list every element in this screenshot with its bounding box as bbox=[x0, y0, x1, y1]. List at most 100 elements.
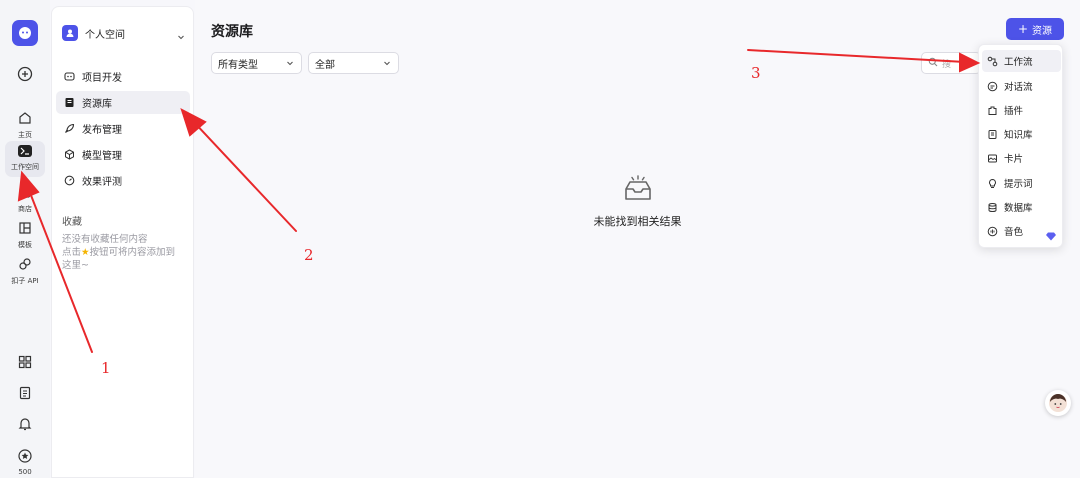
sidebar-item-evaluation[interactable]: 效果评测 bbox=[56, 169, 190, 192]
menu-item-prompt[interactable]: 提示词 bbox=[982, 172, 1061, 194]
workspace-sidebar: 个人空间 项目开发 资源库 发布管理 模型管理 效果评测 收藏 还没有收藏任何内… bbox=[51, 6, 194, 478]
avatar-face-icon bbox=[1049, 394, 1067, 412]
sidebar-item-label: 模型管理 bbox=[82, 151, 122, 162]
scope-filter-select[interactable]: 全部 bbox=[308, 52, 399, 74]
sidebar-item-label: 发布管理 bbox=[82, 125, 122, 136]
scope-filter-value: 全部 bbox=[315, 59, 335, 71]
menu-item-voice[interactable]: 音色 bbox=[982, 220, 1061, 242]
chevron-down-icon bbox=[285, 58, 295, 71]
menu-item-label: 知识库 bbox=[1004, 130, 1033, 141]
sidebar-item-label: 效果评测 bbox=[82, 177, 122, 188]
empty-state-text: 未能找到相关结果 bbox=[593, 215, 682, 228]
annotation-number-1: 1 bbox=[101, 359, 111, 377]
chevron-down-icon bbox=[382, 58, 392, 71]
knowledge-icon bbox=[987, 129, 998, 140]
sidebar-item-publish[interactable]: 发布管理 bbox=[56, 117, 190, 140]
rail-item-label: 扣子 API bbox=[11, 277, 39, 285]
project-icon bbox=[63, 71, 75, 83]
star-icon: ★ bbox=[81, 247, 90, 258]
credit-star-icon bbox=[15, 446, 35, 466]
menu-item-label: 卡片 bbox=[1004, 154, 1024, 165]
space-selector[interactable]: 个人空间 bbox=[62, 23, 186, 43]
assistant-avatar[interactable] bbox=[1045, 390, 1071, 416]
menu-item-plugin[interactable]: 插件 bbox=[982, 99, 1061, 121]
menu-item-chatflow[interactable]: 对话流 bbox=[982, 75, 1061, 97]
favorites-empty-part: 点击 bbox=[62, 247, 82, 258]
main-content: 资源库 所有类型 全部 搜 + 资源 未能找到相关结果 bbox=[195, 0, 1080, 478]
card-icon bbox=[987, 153, 998, 164]
credits-button[interactable]: 500 bbox=[0, 446, 50, 476]
rail-item-api[interactable]: 扣子 API bbox=[0, 254, 50, 286]
menu-item-database[interactable]: 数据库 bbox=[982, 196, 1061, 218]
type-filter-value: 所有类型 bbox=[218, 59, 258, 71]
type-filter-select[interactable]: 所有类型 bbox=[211, 52, 302, 74]
sidebar-item-label: 项目开发 bbox=[82, 73, 122, 84]
rocket-icon bbox=[63, 123, 75, 135]
search-icon bbox=[928, 57, 938, 70]
store-icon bbox=[15, 182, 35, 202]
add-resource-menu: 工作流 对话流 插件 知识库 卡片 提示词 数据库 音色 bbox=[978, 44, 1063, 248]
rail-item-label: 模板 bbox=[18, 241, 32, 249]
premium-gem-icon bbox=[1046, 226, 1056, 245]
rail-item-label: 商店 bbox=[18, 205, 32, 213]
annotation-number-2: 2 bbox=[304, 246, 314, 264]
workflow-icon bbox=[987, 56, 998, 67]
add-resource-button[interactable]: + 资源 bbox=[1006, 18, 1064, 40]
credits-count: 500 bbox=[18, 468, 32, 476]
grid-icon bbox=[15, 352, 35, 372]
search-input[interactable]: 搜 bbox=[921, 52, 981, 74]
bell-icon bbox=[15, 414, 35, 434]
sidebar-item-label: 资源库 bbox=[82, 99, 112, 110]
apps-button[interactable] bbox=[0, 352, 50, 372]
create-button[interactable] bbox=[0, 64, 50, 84]
empty-box-icon bbox=[623, 175, 653, 207]
terminal-icon bbox=[18, 145, 32, 157]
notifications-button[interactable] bbox=[0, 414, 50, 434]
add-resource-label: 资源 bbox=[1032, 25, 1053, 37]
menu-item-knowledge[interactable]: 知识库 bbox=[982, 123, 1061, 145]
plugin-icon bbox=[987, 105, 998, 116]
rail-item-label: 主页 bbox=[18, 131, 32, 139]
favorites-title: 收藏 bbox=[62, 217, 82, 228]
menu-item-label: 提示词 bbox=[1004, 179, 1033, 190]
menu-item-label: 对话流 bbox=[1004, 82, 1033, 93]
favorites-empty-line: 点击★按钮可将内容添加到 bbox=[62, 246, 188, 259]
left-rail: 主页 工作空间 商店 模板 扣子 API 500 bbox=[0, 0, 50, 478]
rail-item-templates[interactable]: 模板 bbox=[0, 218, 50, 250]
sidebar-item-project-dev[interactable]: 项目开发 bbox=[56, 65, 190, 88]
template-icon bbox=[15, 218, 35, 238]
menu-item-label: 插件 bbox=[1004, 106, 1024, 117]
user-icon bbox=[62, 25, 78, 41]
menu-item-workflow[interactable]: 工作流 bbox=[982, 50, 1061, 72]
plus-icon: + bbox=[1017, 22, 1029, 36]
plus-circle-icon bbox=[15, 64, 35, 84]
rail-item-store[interactable]: 商店 bbox=[0, 182, 50, 214]
docs-button[interactable] bbox=[0, 383, 50, 403]
home-icon bbox=[15, 108, 35, 128]
api-icon bbox=[15, 254, 35, 274]
chevron-down-icon bbox=[176, 27, 186, 46]
favorites-empty-line: 还没有收藏任何内容 bbox=[62, 234, 148, 245]
search-placeholder: 搜 bbox=[942, 59, 952, 70]
menu-item-label: 工作流 bbox=[1004, 57, 1033, 68]
sidebar-item-library[interactable]: 资源库 bbox=[56, 91, 190, 114]
chatflow-icon bbox=[987, 81, 998, 92]
favorites-empty-line: 这里~ bbox=[62, 260, 89, 271]
document-icon bbox=[15, 383, 35, 403]
rail-item-home[interactable]: 主页 bbox=[0, 108, 50, 140]
rail-item-workspace[interactable]: 工作空间 bbox=[0, 145, 50, 172]
coze-logo-icon[interactable] bbox=[12, 20, 38, 46]
menu-item-card[interactable]: 卡片 bbox=[982, 147, 1061, 169]
gauge-icon bbox=[63, 175, 75, 187]
menu-item-label: 数据库 bbox=[1004, 203, 1033, 214]
menu-item-label: 音色 bbox=[1004, 227, 1024, 238]
cube-icon bbox=[63, 149, 75, 161]
favorites-empty-hint: 还没有收藏任何内容 点击★按钮可将内容添加到 这里~ bbox=[62, 233, 188, 272]
prompt-icon bbox=[987, 178, 998, 189]
page-title: 资源库 bbox=[211, 24, 253, 40]
database-icon bbox=[987, 202, 998, 213]
annotation-number-3: 3 bbox=[751, 64, 761, 82]
rail-item-label: 工作空间 bbox=[11, 163, 39, 171]
space-name: 个人空间 bbox=[85, 29, 125, 41]
sidebar-item-models[interactable]: 模型管理 bbox=[56, 143, 190, 166]
